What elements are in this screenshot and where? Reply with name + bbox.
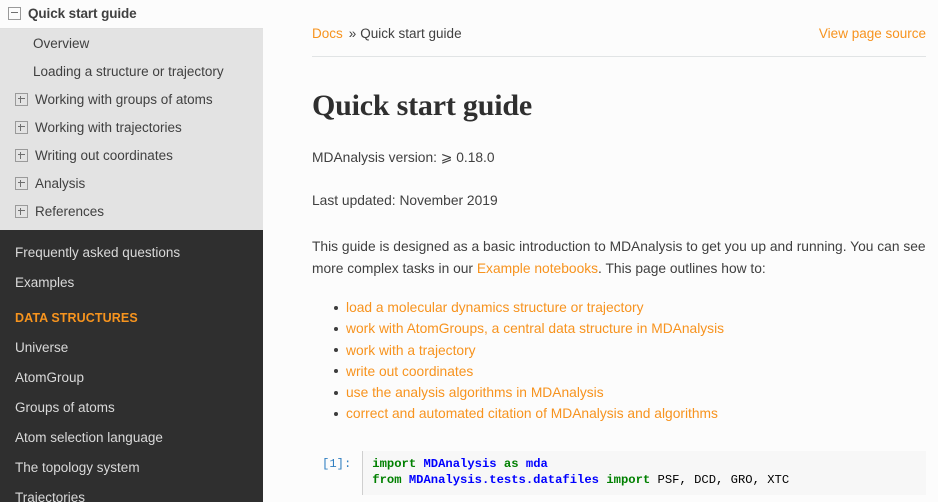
- sidebar-item-loading-a-structure-or-trajectory[interactable]: Loading a structure or trajectory: [0, 57, 263, 85]
- sidebar-item-examples[interactable]: Examples: [0, 267, 263, 297]
- sidebar-item-groups-of-atoms[interactable]: Groups of atoms: [0, 392, 263, 422]
- breadcrumb: Docs » Quick start guide View page sourc…: [312, 26, 926, 41]
- breadcrumb-separator: »: [348, 26, 357, 41]
- example-notebooks-link[interactable]: Example notebooks: [477, 261, 598, 276]
- sidebar-item-label: Analysis: [35, 175, 86, 191]
- sidebar-caption-data-structures: DATA STRUCTURES: [15, 311, 138, 325]
- code-cell-input[interactable]: import MDAnalysis as mda from MDAnalysis…: [362, 450, 926, 495]
- sidebar-item-frequently-asked-questions[interactable]: Frequently asked questions: [0, 237, 263, 267]
- sidebar-current-toc: Overview Loading a structure or trajecto…: [0, 29, 263, 230]
- sidebar-item-overview[interactable]: Overview: [0, 29, 263, 57]
- list-item: work with a trajectory: [334, 340, 926, 361]
- view-page-source-link[interactable]: View page source: [819, 26, 926, 41]
- code-token-import: import: [372, 456, 417, 471]
- breadcrumb-divider: [312, 56, 926, 57]
- sidebar-current-page-label: Quick start guide: [28, 6, 137, 21]
- list-item: load a molecular dynamics structure or t…: [334, 297, 926, 318]
- outline-link-write-coordinates[interactable]: write out coordinates: [346, 364, 473, 379]
- code-token-alias-mda: mda: [518, 456, 548, 471]
- list-item: write out coordinates: [334, 361, 926, 382]
- sidebar-item-atom-selection-language[interactable]: Atom selection language: [0, 422, 263, 452]
- sidebar-item-label: Working with trajectories: [35, 119, 182, 135]
- intro-text-part-2: . This page outlines how to:: [598, 261, 766, 276]
- sidebar-item-label: Working with groups of atoms: [35, 91, 213, 107]
- sidebar-item-label: References: [35, 203, 105, 219]
- outline-link-load-structure[interactable]: load a molecular dynamics structure or t…: [346, 300, 644, 315]
- sidebar-global-toc: Frequently asked questions Examples DATA…: [0, 230, 263, 502]
- minus-box-icon[interactable]: [8, 7, 21, 20]
- sidebar-item-label: Writing out coordinates: [35, 147, 173, 163]
- breadcrumb-region: Docs » Quick start guide View page sourc…: [263, 0, 938, 41]
- code-token-module-mdanalysis: MDAnalysis: [416, 456, 504, 471]
- intro-paragraph: This guide is designed as a basic introd…: [312, 236, 926, 280]
- sidebar-item-label: Overview: [33, 35, 90, 51]
- breadcrumb-link-docs[interactable]: Docs: [312, 26, 343, 41]
- code-token-as: as: [503, 456, 519, 471]
- sidebar-item-atomgroup[interactable]: AtomGroup: [0, 362, 263, 392]
- main-content: Docs » Quick start guide View page sourc…: [263, 0, 938, 502]
- outline-link-atomgroups[interactable]: work with AtomGroups, a central data str…: [346, 321, 724, 336]
- sidebar-item-working-with-trajectories[interactable]: Working with trajectories: [0, 113, 263, 141]
- plus-box-icon[interactable]: [15, 120, 28, 134]
- documentation-page: Quick start guide Overview Loading a str…: [0, 0, 938, 502]
- sidebar-item-working-with-groups-of-atoms[interactable]: Working with groups of atoms: [0, 85, 263, 113]
- breadcrumb-current: Quick start guide: [360, 26, 462, 41]
- outline-link-analysis-algorithms[interactable]: use the analysis algorithms in MDAnalysi…: [346, 385, 604, 400]
- plus-box-icon[interactable]: [15, 176, 28, 190]
- code-token-import-2: import: [606, 473, 651, 488]
- sidebar-item-writing-out-coordinates[interactable]: Writing out coordinates: [0, 141, 263, 169]
- sidebar-item-trajectories[interactable]: Trajectories: [0, 482, 263, 502]
- code-cell-prompt: [1]:: [322, 456, 352, 471]
- sidebar-item-universe[interactable]: Universe: [0, 332, 263, 362]
- list-item: use the analysis algorithms in MDAnalysi…: [334, 382, 926, 403]
- sidebar-navigation: Quick start guide Overview Loading a str…: [0, 0, 263, 502]
- sidebar-current-page-header[interactable]: Quick start guide: [0, 0, 263, 29]
- code-token-imported-names: PSF, DCD, GRO, XTC: [650, 473, 790, 488]
- page-title: Quick start guide: [312, 89, 532, 122]
- notebook-code-cell: [1]: import MDAnalysis as mda from MDAna…: [322, 450, 926, 495]
- sidebar-item-the-topology-system[interactable]: The topology system: [0, 452, 263, 482]
- plus-box-icon[interactable]: [15, 92, 28, 106]
- list-item: work with AtomGroups, a central data str…: [334, 318, 926, 339]
- version-line: MDAnalysis version: ⩾ 0.18.0: [312, 150, 495, 165]
- outline-link-trajectory[interactable]: work with a trajectory: [346, 343, 476, 358]
- sidebar-item-references[interactable]: References: [0, 197, 263, 225]
- outline-link-citation[interactable]: correct and automated citation of MDAnal…: [346, 406, 718, 421]
- last-updated-line: Last updated: November 2019: [312, 193, 498, 208]
- plus-box-icon[interactable]: [15, 148, 28, 162]
- list-item: correct and automated citation of MDAnal…: [334, 403, 926, 424]
- sidebar-item-label: Loading a structure or trajectory: [33, 63, 224, 79]
- outline-link-list: load a molecular dynamics structure or t…: [312, 297, 926, 425]
- code-token-module-datafiles: MDAnalysis.tests.datafiles: [401, 473, 607, 488]
- sidebar-item-analysis[interactable]: Analysis: [0, 169, 263, 197]
- code-token-from: from: [372, 473, 402, 488]
- plus-box-icon[interactable]: [15, 204, 28, 218]
- article-body: Quick start guide MDAnalysis version: ⩾ …: [263, 89, 938, 495]
